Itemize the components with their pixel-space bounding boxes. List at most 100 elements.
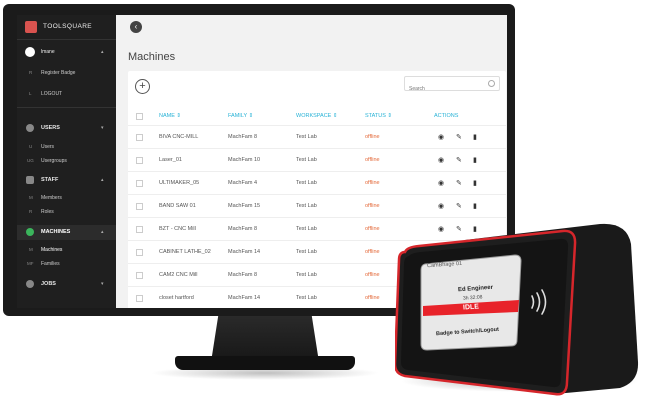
view-eye-icon[interactable]: ◉	[438, 133, 444, 141]
sidebar-abbr: R	[29, 70, 33, 75]
edit-pencil-icon[interactable]: ✎	[456, 179, 462, 187]
sidebar-username[interactable]: lmane	[41, 49, 55, 55]
row-checkbox[interactable]	[136, 203, 143, 210]
column-header-workspace[interactable]: WORKSPACE ⇕	[296, 113, 338, 119]
delete-trash-icon[interactable]: ▮	[473, 202, 477, 210]
cell-name: CAM2 CNC Mill	[159, 272, 198, 278]
cell-workspace: Test Lab	[296, 157, 317, 163]
cell-status: offline	[365, 134, 380, 140]
cell-family: MachFam 8	[228, 134, 258, 140]
cell-family: MachFam 4	[228, 180, 258, 186]
sidebar-item-users[interactable]: Users	[41, 144, 54, 150]
row-checkbox[interactable]	[136, 134, 143, 141]
cell-name: Laser_01	[159, 157, 182, 163]
cell-family: MachFam 15	[228, 203, 261, 209]
sidebar-section-jobs[interactable]: JOBS	[41, 281, 56, 287]
row-checkbox[interactable]	[136, 272, 143, 279]
sidebar-section-users[interactable]: USERS	[41, 125, 60, 131]
cell-name: BIVA CNC-MILL	[159, 134, 199, 140]
sidebar-item-usergroups[interactable]: Usergroups	[41, 158, 67, 164]
row-checkbox[interactable]	[136, 157, 143, 164]
delete-trash-icon[interactable]: ▮	[473, 156, 477, 164]
sidebar-divider	[17, 107, 116, 108]
sidebar-item-members[interactable]: Members	[41, 195, 62, 201]
search-icon	[488, 80, 495, 87]
sidebar-abbr: M	[29, 195, 33, 200]
chevron-up-icon[interactable]: ▴	[101, 229, 104, 235]
sidebar-abbr: UG	[27, 158, 34, 163]
cell-name: BAND SAW 01	[159, 203, 196, 209]
cell-status: offline	[365, 203, 380, 209]
cell-status: offline	[365, 157, 380, 163]
row-checkbox[interactable]	[136, 295, 143, 302]
sidebar-abbr: L	[29, 91, 32, 96]
brand-logo-icon	[25, 21, 37, 33]
add-machine-button[interactable]: +	[135, 79, 150, 94]
cell-family: MachFam 10	[228, 157, 261, 163]
chevron-down-icon[interactable]: ▾	[101, 281, 104, 287]
column-header-label: FAMILY	[228, 113, 248, 119]
cell-status: offline	[365, 272, 380, 278]
chevron-up-icon[interactable]: ▴	[101, 177, 104, 183]
sidebar-item-families[interactable]: Families	[41, 261, 60, 267]
search-input[interactable]	[405, 82, 489, 96]
edit-pencil-icon[interactable]: ✎	[456, 133, 462, 141]
chevron-down-icon[interactable]: ▾	[101, 125, 104, 131]
jobs-icon	[26, 280, 34, 288]
device-status: IDLE	[462, 303, 480, 312]
sidebar-divider	[17, 39, 116, 40]
row-checkbox[interactable]	[136, 180, 143, 187]
top-bar	[116, 15, 507, 39]
sidebar-section-machines[interactable]: MACHINES	[41, 229, 70, 235]
cell-name: BZT - CNC Mill	[159, 226, 196, 232]
table-row-divider	[128, 148, 506, 149]
back-button[interactable]: ‹	[130, 21, 142, 33]
table-row-divider	[128, 171, 506, 172]
view-eye-icon[interactable]: ◉	[438, 179, 444, 187]
cell-family: MachFam 14	[228, 249, 261, 255]
cell-name: CABINET LATHE_02	[159, 249, 211, 255]
chevron-up-icon[interactable]: ▴	[101, 49, 104, 55]
sidebar-abbr: R	[29, 209, 33, 214]
column-header-status[interactable]: STATUS ⇕	[365, 113, 392, 119]
table-row-divider	[128, 125, 506, 126]
column-header-family[interactable]: FAMILY ⇕	[228, 113, 253, 119]
search-box[interactable]	[404, 76, 500, 96]
cell-workspace: Test Lab	[296, 226, 317, 232]
cell-name: closet hartford	[159, 295, 194, 301]
column-header-name[interactable]: NAME ⇕	[159, 113, 181, 119]
sidebar-section-staff[interactable]: STAFF	[41, 177, 58, 183]
view-eye-icon[interactable]: ◉	[438, 156, 444, 164]
cell-workspace: Test Lab	[296, 203, 317, 209]
column-header-label: STATUS	[365, 113, 386, 119]
badge-reader-device	[395, 223, 639, 396]
sidebar-item-machines[interactable]: Machines	[41, 247, 62, 253]
cell-status: offline	[365, 226, 380, 232]
cell-workspace: Test Lab	[296, 134, 317, 140]
column-header-label: NAME	[159, 113, 175, 119]
sidebar-abbr: MF	[27, 261, 34, 266]
select-all-checkbox[interactable]	[136, 113, 143, 120]
sidebar-item-logout[interactable]: LOGOUT	[41, 91, 62, 97]
sidebar-item-register-badge[interactable]: Register Badge	[41, 70, 75, 76]
staff-icon	[26, 176, 34, 184]
monitor-stand-base	[175, 356, 355, 370]
cell-family: MachFam 14	[228, 295, 261, 301]
row-checkbox[interactable]	[136, 226, 143, 233]
table-row-divider	[128, 194, 506, 195]
users-icon	[26, 124, 34, 132]
sidebar-item-roles[interactable]: Roles	[41, 209, 54, 215]
row-checkbox[interactable]	[136, 249, 143, 256]
delete-trash-icon[interactable]: ▮	[473, 133, 477, 141]
edit-pencil-icon[interactable]: ✎	[456, 156, 462, 164]
cell-workspace: Test Lab	[296, 295, 317, 301]
edit-pencil-icon[interactable]: ✎	[456, 202, 462, 210]
view-eye-icon[interactable]: ◉	[438, 202, 444, 210]
delete-trash-icon[interactable]: ▮	[473, 179, 477, 187]
cell-name: ULTIMAKER_05	[159, 180, 200, 186]
page-title: Machines	[128, 51, 176, 63]
cell-status: offline	[365, 180, 380, 186]
user-avatar-icon	[25, 47, 35, 57]
column-header-label: WORKSPACE	[296, 113, 332, 119]
cell-family: MachFam 8	[228, 226, 258, 232]
